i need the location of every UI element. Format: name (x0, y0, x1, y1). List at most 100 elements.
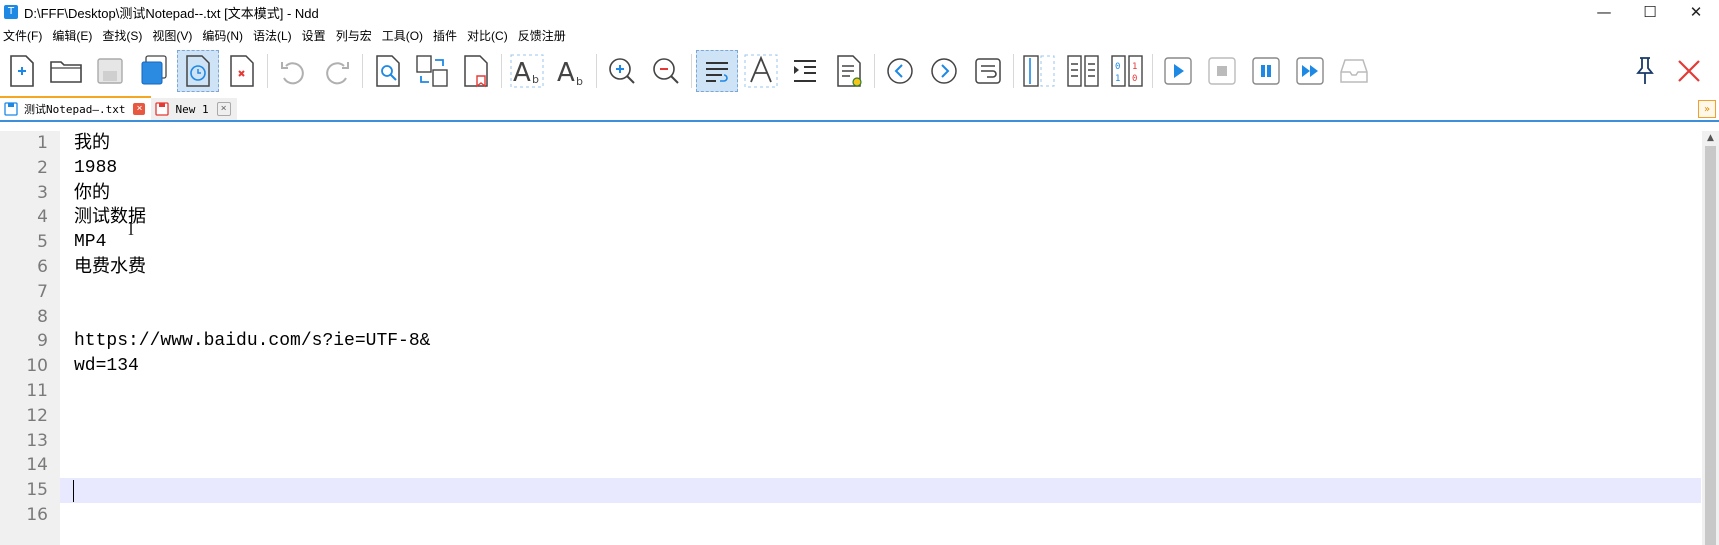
font-ab-icon: Ab (557, 58, 583, 88)
return-icon (975, 58, 1001, 84)
toolbar-separator (596, 54, 597, 88)
tab-close-button[interactable]: × (133, 103, 146, 115)
code-line: wd=134 (74, 356, 139, 377)
menu-feedback[interactable]: 反馈注册 (511, 27, 573, 44)
scroll-up-arrow-icon[interactable]: ▲ (1702, 131, 1719, 146)
new-file-icon (10, 55, 34, 87)
replace-button[interactable] (411, 50, 453, 92)
menu-compare[interactable]: 对比(C) (460, 27, 515, 44)
svg-text:1: 1 (1132, 62, 1137, 72)
svg-text:0: 0 (1115, 62, 1120, 72)
vertical-scrollbar[interactable]: ▲ (1702, 131, 1719, 545)
menu-edit[interactable]: 编辑(E) (45, 27, 99, 44)
toolbar-separator (691, 54, 692, 88)
chevron-left-circle-icon (887, 58, 913, 84)
line-number: 13 (26, 430, 48, 451)
menu-plugins[interactable]: 插件 (426, 27, 464, 44)
menu-tools[interactable]: 工具(O) (375, 27, 430, 44)
close-window-button[interactable]: ✕ (1673, 0, 1719, 24)
tab-label: 测试Notepad—.txt (24, 103, 126, 116)
next-button[interactable] (923, 50, 965, 92)
maximize-button[interactable]: ☐ (1627, 0, 1673, 24)
zoom-in-button[interactable] (601, 50, 643, 92)
menu-file[interactable]: 文件(F) (0, 27, 49, 44)
scrollbar-thumb[interactable] (1705, 146, 1716, 545)
font-a-icon: Ab (510, 54, 544, 88)
split-view-button[interactable] (1018, 50, 1060, 92)
redo-button[interactable] (316, 50, 358, 92)
preview-button[interactable] (828, 50, 870, 92)
svg-text:b: b (576, 75, 583, 88)
open-file-button[interactable] (45, 50, 87, 92)
redo-icon (326, 62, 349, 85)
line-number: 4 (37, 207, 48, 228)
menu-column-macro[interactable]: 列与宏 (329, 27, 379, 44)
menu-language[interactable]: 语法(L) (246, 27, 299, 44)
line-number: 16 (26, 504, 48, 525)
zoom-out-icon (653, 58, 679, 84)
code-line: MP4 (74, 232, 107, 253)
font-larger-button[interactable]: Ab (506, 50, 548, 92)
svg-text:A: A (513, 58, 531, 88)
auto-save-button[interactable] (177, 50, 219, 92)
toolbar: Ab Ab 0 1 1 0 (0, 46, 1719, 96)
text-area[interactable]: I 我的 1988 你的 测试数据 MP4 电费水费 https://www.b… (60, 131, 1719, 545)
compare-button[interactable] (1062, 50, 1104, 92)
show-symbols-button[interactable] (740, 50, 782, 92)
macro-fast-forward-button[interactable] (1289, 50, 1331, 92)
close-file-button[interactable] (221, 50, 263, 92)
title-bar: T D:\FFF\Desktop\测试Notepad--.txt [文本模式] … (0, 0, 1719, 24)
macro-save-button[interactable] (1333, 50, 1375, 92)
svg-text:0: 0 (1132, 74, 1137, 84)
line-number: 7 (37, 281, 48, 302)
line-number: 12 (26, 405, 48, 426)
menu-encoding[interactable]: 编码(N) (195, 27, 250, 44)
tab-label: New 1 (175, 102, 209, 116)
toolbar-separator (1152, 54, 1153, 88)
menu-settings[interactable]: 设置 (295, 27, 333, 44)
macro-play-button[interactable] (1157, 50, 1199, 92)
code-line: https://www.baidu.com/s?ie=UTF-8& (74, 331, 431, 352)
compare-files-icon (1067, 55, 1099, 87)
pause-icon (1252, 57, 1280, 85)
tab-test-notepad[interactable]: 测试Notepad—.txt × (0, 96, 152, 120)
indent-guide-button[interactable] (784, 50, 826, 92)
word-wrap-button[interactable] (696, 50, 738, 92)
replace-icon (416, 55, 448, 87)
svg-text:A: A (557, 58, 575, 88)
macro-stop-button[interactable] (1201, 50, 1243, 92)
toolbar-right-group (1623, 50, 1711, 92)
unsaved-file-icon (155, 102, 170, 116)
undo-button[interactable] (272, 50, 314, 92)
save-all-button[interactable] (133, 50, 175, 92)
prev-button[interactable] (879, 50, 921, 92)
code-line: 我的 (74, 132, 110, 153)
font-smaller-button[interactable]: Ab (550, 50, 592, 92)
exit-button[interactable] (1668, 50, 1710, 92)
editor[interactable]: 1 2 3 4 5 6 7 8 9 10 11 12 13 14 15 16 I… (0, 131, 1719, 545)
tab-new-1[interactable]: New 1 × (151, 98, 237, 120)
pin-button[interactable] (1624, 50, 1666, 92)
macro-pause-button[interactable] (1245, 50, 1287, 92)
line-number: 6 (37, 256, 48, 277)
word-wrap-icon (706, 62, 728, 82)
tab-close-button[interactable]: × (216, 102, 231, 116)
minimize-button[interactable]: — (1581, 0, 1627, 24)
menu-search[interactable]: 查找(S) (95, 27, 149, 44)
goto-button[interactable] (967, 50, 1009, 92)
save-button[interactable] (89, 50, 131, 92)
zoom-out-button[interactable] (645, 50, 687, 92)
menu-view[interactable]: 视图(V) (145, 27, 199, 44)
binary-compare-button[interactable]: 0 1 1 0 (1106, 50, 1148, 92)
new-file-button[interactable] (1, 50, 43, 92)
line-number: 3 (37, 182, 48, 203)
chevron-right-circle-icon (931, 58, 957, 84)
code-line: 你的 (74, 181, 110, 203)
tab-list-dropdown-icon[interactable]: » (1698, 100, 1716, 118)
find-button[interactable] (367, 50, 409, 92)
bookmark-button[interactable] (455, 50, 497, 92)
zoom-in-icon (609, 58, 635, 84)
